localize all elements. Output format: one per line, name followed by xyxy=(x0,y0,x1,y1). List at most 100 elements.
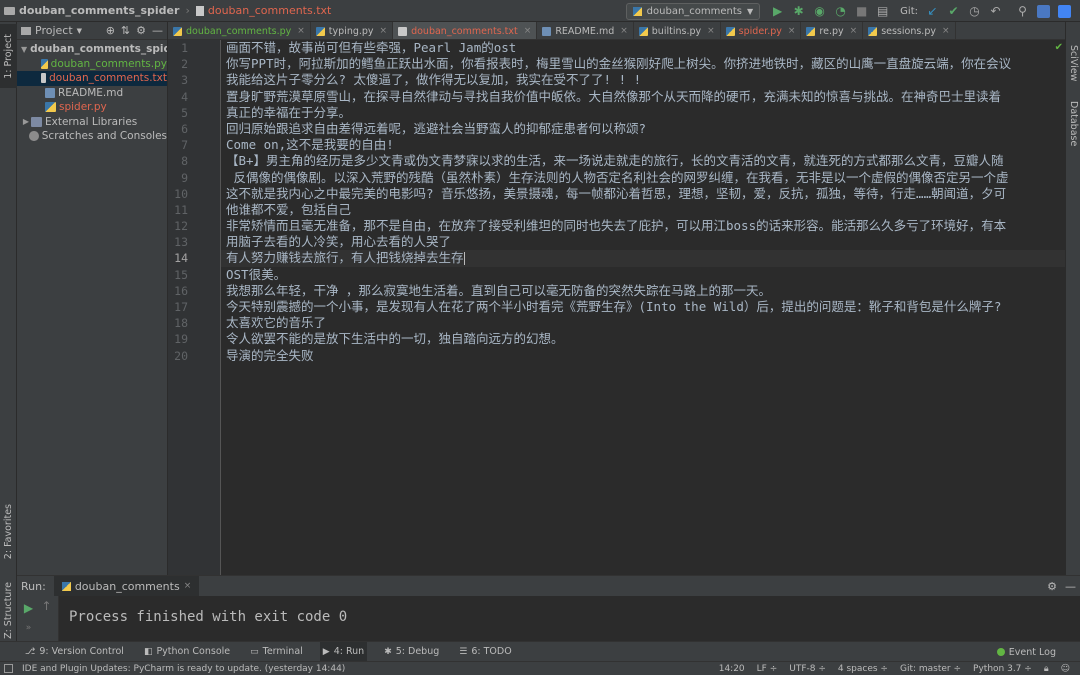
run-with-coverage-icon[interactable]: ◉ xyxy=(810,2,829,21)
file-encoding[interactable]: UTF-8 ÷ xyxy=(789,664,826,674)
git-commit-icon[interactable]: ✔ xyxy=(944,2,963,21)
inspection-ok-icon[interactable]: ✔ xyxy=(1055,42,1063,53)
project-structure-icon[interactable]: ▤ xyxy=(873,2,892,21)
git-branch[interactable]: Git: master ÷ xyxy=(900,664,961,674)
search-everywhere-icon[interactable]: ⚲ xyxy=(1013,2,1032,21)
editor[interactable]: 1 2 3 4 5 6 7 8 9 10 11 12 13 14 15 16 17 18 19 20 画面不错，故事尚… xyxy=(168,40,1065,575)
editor-line[interactable]: 导演的完全失败 xyxy=(221,348,1065,364)
editor-line[interactable]: 我能给这片子零分么? 太傻逼了，做作得无以复加，我实在受不了了! ! ! xyxy=(221,72,1065,88)
project-view-select[interactable]: Project ▼ xyxy=(21,24,82,37)
debug-icon[interactable]: ✱ xyxy=(789,2,808,21)
favorites-tool-tab[interactable]: 2: Favorites xyxy=(0,497,17,567)
breadcrumb: douban_comments_spider › douban_comments… xyxy=(0,4,335,17)
close-icon[interactable]: × xyxy=(707,26,715,36)
close-icon[interactable]: × xyxy=(297,26,305,36)
gear-icon[interactable]: ⚙ xyxy=(1047,580,1057,593)
editor-line[interactable]: 非常矫情而且毫无准备，那不是自由，在放弃了接受利维坦的同时也失去了庇护，可以用江… xyxy=(221,218,1065,234)
project-tree-item[interactable]: douban_comments.py xyxy=(17,57,167,72)
project-tree-item[interactable]: README.md xyxy=(17,86,167,101)
line-separator[interactable]: LF ÷ xyxy=(757,664,778,674)
close-icon[interactable]: × xyxy=(184,581,192,591)
project-tree-item[interactable]: Scratches and Consoles xyxy=(17,129,167,144)
sciview-tool-tab[interactable]: SciView xyxy=(1066,38,1080,88)
lock-icon[interactable]: 🔒︎ xyxy=(1044,664,1049,674)
editor-line[interactable]: Come on,这不是我要的自由! xyxy=(221,137,1065,153)
project-tool-tab[interactable]: 1: Project xyxy=(0,24,17,88)
run-tab[interactable]: douban_comments × xyxy=(53,576,200,596)
editor-tab[interactable]: re.py × xyxy=(801,22,864,39)
editor-line[interactable]: 这不就是我内心之中最完美的电影吗? 音乐悠扬，美景摄魂，每一帧都沁着哲思，理想，… xyxy=(221,186,1065,202)
close-icon[interactable]: × xyxy=(850,26,858,36)
rerun-icon[interactable]: ▶ xyxy=(19,598,38,617)
status-message[interactable]: IDE and Plugin Updates: PyCharm is ready… xyxy=(0,664,719,674)
tool-window-toggle-icon[interactable] xyxy=(4,664,13,673)
run-icon[interactable]: ▶ xyxy=(768,2,787,21)
close-icon[interactable]: × xyxy=(942,26,950,36)
tool-window-button[interactable]: ◧ Python Console xyxy=(141,642,233,662)
editor-line[interactable]: 今天特别震撼的一个小事，是发现有人在花了两个半小时看完《荒野生存》(Into t… xyxy=(221,299,1065,315)
database-tool-tab[interactable]: Database xyxy=(1066,96,1080,152)
tool-window-button[interactable]: ☰ 6: TODO xyxy=(456,642,514,662)
editor-line[interactable]: 我想那么年轻，干净 ，那么寂寞地生活着。直到自己可以毫无防备的突然失踪在马路上的… xyxy=(221,283,1065,299)
breadcrumb-file[interactable]: douban_comments.txt xyxy=(208,4,332,17)
tool-window-button[interactable]: ✱ 5: Debug xyxy=(381,642,442,662)
python-interpreter[interactable]: Python 3.7 ÷ xyxy=(973,664,1032,674)
editor-line[interactable]: 令人欲罢不能的是放下生活中的一切，独自踏向远方的幻想。 xyxy=(221,331,1065,347)
close-icon[interactable]: × xyxy=(788,26,796,36)
project-tree-item[interactable]: ▼douban_comments_spider xyxy=(17,42,167,57)
pin-tab-icon[interactable]: » xyxy=(19,618,38,637)
git-update-icon[interactable]: ↙ xyxy=(923,2,942,21)
project-tree-item[interactable]: spider.py xyxy=(17,100,167,115)
collapse-all-icon[interactable]: ⇅ xyxy=(121,24,130,37)
editor-line[interactable]: OST很美。 xyxy=(221,267,1065,283)
editor-tab[interactable]: douban_comments.py × xyxy=(168,22,311,39)
notifications-icon[interactable]: ☺ xyxy=(1061,664,1070,674)
editor-line[interactable]: 用脑子去看的人冷笑，用心去看的人哭了 xyxy=(221,234,1065,250)
editor-tab[interactable]: douban_comments.txt × xyxy=(393,22,538,39)
close-icon[interactable]: × xyxy=(380,26,388,36)
editor-line[interactable]: 画面不错，故事尚可但有些牵强，Pearl Jam的ost xyxy=(221,40,1065,56)
profile-icon[interactable]: ◔ xyxy=(831,2,850,21)
hide-panel-icon[interactable]: — xyxy=(152,24,163,37)
editor-line[interactable]: 有人努力赚钱去旅行，有人把钱烧掉去生存 xyxy=(221,250,1065,267)
translate-alt-icon[interactable] xyxy=(1055,2,1074,21)
caret-position[interactable]: 14:20 xyxy=(719,664,745,674)
editor-tab[interactable]: builtins.py × xyxy=(634,22,721,39)
editor-line[interactable]: 置身旷野荒漠草原雪山，在探寻自然律动与寻找自我价值中皈依。大自然像那个从天而降的… xyxy=(221,89,1065,105)
editor-line[interactable]: 你写PPT时，阿拉斯加的鳕鱼正跃出水面，你看报表时，梅里雪山的金丝猴刚好爬上树尖… xyxy=(221,56,1065,72)
editor-line[interactable]: 真正的幸福在于分享。 xyxy=(221,105,1065,121)
hide-panel-icon[interactable]: — xyxy=(1065,580,1076,593)
project-tree-item[interactable]: ▶ External Libraries xyxy=(17,115,167,130)
project-tree-item-label: douban_comments.py xyxy=(50,57,167,70)
editor-text-area[interactable]: 画面不错，故事尚可但有些牵强，Pearl Jam的ost 你写PPT时，阿拉斯加的… xyxy=(221,40,1065,575)
editor-line[interactable]: 【B+】男主角的经历是多少文青或伪文青梦寐以求的生活，来一场说走就走的旅行，长的… xyxy=(221,153,1065,169)
git-history-icon[interactable]: ◷ xyxy=(965,2,984,21)
event-log-button[interactable]: Event Log xyxy=(996,642,1056,662)
editor-line[interactable]: 太喜欢它的音乐了 xyxy=(221,315,1065,331)
project-tree-item[interactable]: douban_comments.txt xyxy=(17,71,167,86)
editor-tab[interactable]: README.md × xyxy=(537,22,634,39)
collapse-arrow-icon[interactable]: ▶ xyxy=(21,117,31,126)
tool-window-button[interactable]: ▭ Terminal xyxy=(247,642,306,662)
expand-arrow-icon[interactable]: ▼ xyxy=(21,45,27,54)
editor-tab[interactable]: typing.py × xyxy=(311,22,394,39)
editor-tab[interactable]: sessions.py × xyxy=(863,22,956,39)
editor-tab[interactable]: spider.py × xyxy=(721,22,802,39)
editor-line[interactable]: 他谁都不爱，包括自己 xyxy=(221,202,1065,218)
tool-window-button[interactable]: ▶ 4: Run xyxy=(319,641,368,662)
editor-line[interactable]: 反偶像的偶像剧。以深入荒野的残酷（虽然朴素）生存法则的人物否定名利社会的网罗纠缠… xyxy=(221,170,1065,186)
close-icon[interactable]: × xyxy=(524,26,532,36)
gear-icon[interactable]: ⚙ xyxy=(136,24,146,37)
indent-setting[interactable]: 4 spaces ÷ xyxy=(838,664,888,674)
stop-icon[interactable]: ■ xyxy=(852,2,871,21)
editor-line[interactable]: 回归原始跟追求自由差得远着呢，逃避社会当野蛮人的抑郁症患者何以称颂? xyxy=(221,121,1065,137)
structure-tool-tab[interactable]: Z: Structure xyxy=(0,575,17,645)
git-rollback-icon[interactable]: ↶ xyxy=(986,2,1005,21)
translate-icon[interactable] xyxy=(1034,2,1053,21)
run-configuration-select[interactable]: douban_comments ▼ xyxy=(625,2,761,20)
locate-file-icon[interactable]: ⊕ xyxy=(106,24,115,37)
scroll-up-icon[interactable]: ↑ xyxy=(37,596,56,615)
tool-window-button[interactable]: ⎇ 9: Version Control xyxy=(22,642,127,662)
breadcrumb-project[interactable]: douban_comments_spider xyxy=(19,4,179,17)
close-icon[interactable]: × xyxy=(620,26,628,36)
